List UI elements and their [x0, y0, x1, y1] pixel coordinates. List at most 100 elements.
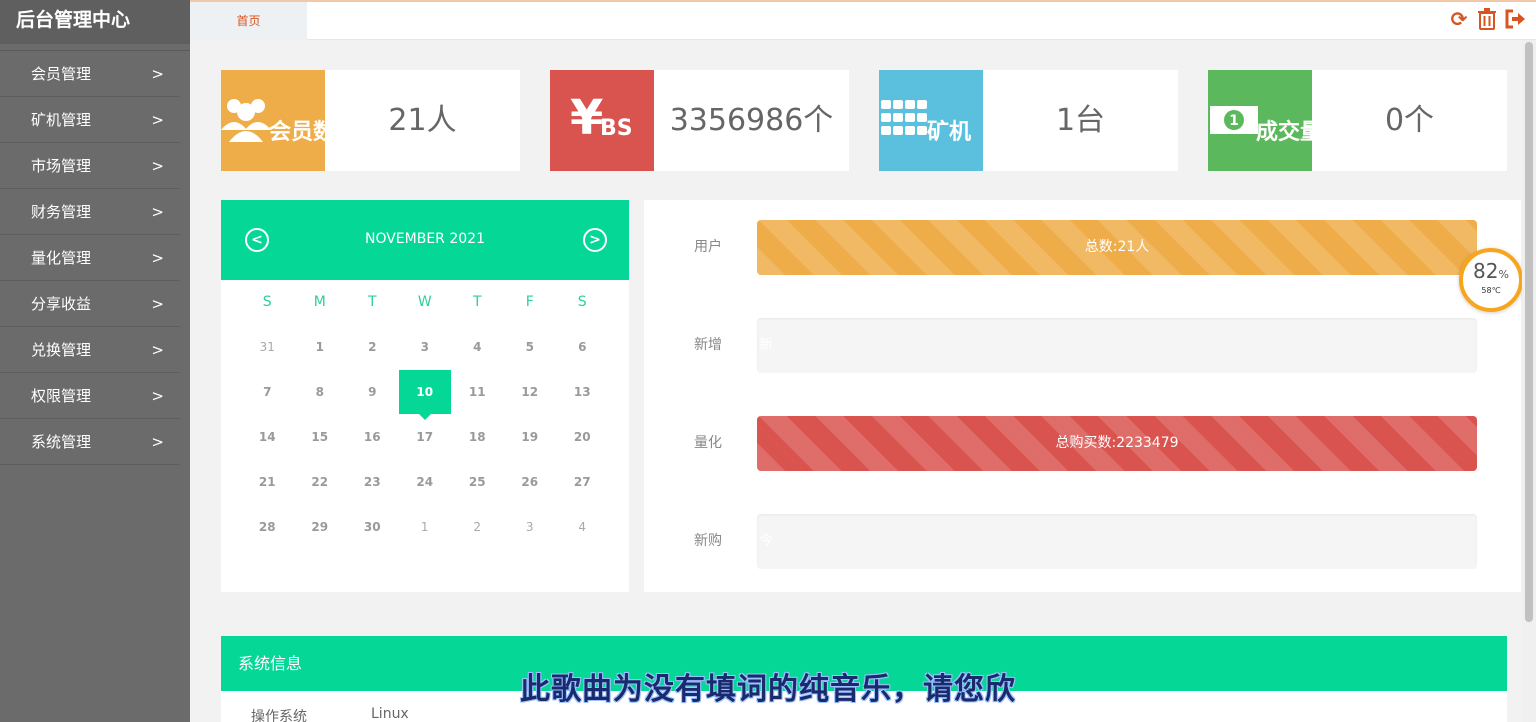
progress-bar-fill: 总数:21人	[757, 220, 1477, 275]
system-info-key: 操作系统	[251, 709, 307, 722]
calendar-day[interactable]: 19	[504, 415, 557, 460]
sidebar-item-label: 市场管理	[31, 157, 92, 175]
calendar-day[interactable]: 11	[451, 370, 504, 415]
stat-card-label: 会员数	[269, 120, 325, 145]
sidebar-item-label: 系统管理	[31, 433, 92, 451]
trash-icon[interactable]	[1476, 8, 1498, 30]
calendar-day[interactable]: 4	[556, 505, 609, 550]
calendar-day[interactable]: 29	[294, 505, 347, 550]
calendar-day[interactable]: 22	[294, 460, 347, 505]
users-icon	[221, 99, 271, 142]
sidebar-item-permissions[interactable]: 权限管理 >	[0, 373, 180, 419]
calendar-header: < NOVEMBER 2021 >	[221, 200, 629, 280]
system-info-value: Linux	[371, 706, 409, 722]
sidebar-item-label: 兑换管理	[31, 341, 92, 359]
progress-label: 新购	[694, 533, 722, 549]
progress-track: 总购买数:2233479	[757, 416, 1477, 471]
chevron-right-icon: >	[151, 387, 164, 405]
sidebar-item-system[interactable]: 系统管理 >	[0, 419, 180, 465]
calendar-day[interactable]: 4	[451, 325, 504, 370]
sidebar-item-miners[interactable]: 矿机管理 >	[0, 97, 180, 143]
vertical-scrollbar[interactable]	[1522, 40, 1536, 722]
stat-card-icon-area: ¥ BS	[550, 70, 654, 171]
calendar-day[interactable]: 9	[346, 370, 399, 415]
chevron-right-icon: >	[151, 111, 164, 129]
chevron-right-icon: >	[151, 65, 164, 83]
calendar-day[interactable]: 26	[504, 460, 557, 505]
top-header: 首页 ⟳	[190, 0, 1536, 40]
stat-card-miners: 矿机 1台	[879, 70, 1178, 171]
stat-card-value: 21人	[388, 103, 457, 138]
stat-card-members: 会员数 21人	[221, 70, 520, 171]
sidebar-item-quant[interactable]: 量化管理 >	[0, 235, 180, 281]
chevron-right-icon: >	[151, 157, 164, 175]
sidebar-item-finance[interactable]: 财务管理 >	[0, 189, 180, 235]
calendar-day[interactable]: 20	[556, 415, 609, 460]
calendar-day[interactable]: 13	[556, 370, 609, 415]
sidebar-item-share[interactable]: 分享收益 >	[0, 281, 180, 327]
progress-row: 量化 总购买数:2233479	[644, 416, 1521, 471]
sidebar-item-members[interactable]: 会员管理 >	[0, 51, 180, 97]
calendar-day[interactable]: 14	[241, 415, 294, 460]
calendar-day[interactable]: 12	[504, 370, 557, 415]
calendar-day[interactable]: 25	[451, 460, 504, 505]
calendar-day[interactable]: 16	[346, 415, 399, 460]
calendar-day[interactable]: 21	[241, 460, 294, 505]
calendar-grid: S M T W T F S 31 1 2 3 4 5 6 7 8 9 10 11 12 13 14 15 16 17 18 19 20…	[241, 280, 609, 550]
progress-row: 用户 总数:21人	[644, 220, 1521, 275]
calendar-title: NOVEMBER 2021	[364, 231, 485, 247]
progress-label: 新增	[694, 337, 722, 353]
calendar-weekday: T	[367, 294, 377, 310]
calendar-day[interactable]: 5	[504, 325, 557, 370]
progress-label: 量化	[694, 435, 722, 451]
sidebar-item-label: 量化管理	[31, 249, 92, 267]
calendar-day[interactable]: 2	[451, 505, 504, 550]
progress-row: 新增 新	[644, 318, 1521, 373]
svg-text:1: 1	[1229, 113, 1239, 129]
calendar-day[interactable]: 17	[399, 415, 452, 460]
calendar-next-button[interactable]: >	[583, 228, 607, 252]
calendar-day[interactable]: 27	[556, 460, 609, 505]
logout-icon[interactable]	[1504, 8, 1526, 30]
calendar-weekday: W	[417, 294, 432, 310]
tab-home[interactable]: 首页	[190, 2, 307, 40]
grid-icon	[881, 100, 927, 135]
calendar-day[interactable]: 31	[241, 325, 294, 370]
progress-track: 新	[757, 318, 1477, 373]
gauge-temperature: 58℃	[1481, 286, 1501, 295]
progress-bar-fill: 新	[759, 337, 773, 353]
calendar-day[interactable]: 6	[556, 325, 609, 370]
calendar-day-today[interactable]: 10	[398, 370, 451, 420]
calendar-day[interactable]: 24	[399, 460, 452, 505]
performance-gauge[interactable]: 82% 58℃	[1459, 248, 1523, 312]
scrollbar-thumb[interactable]	[1525, 42, 1533, 622]
calendar-day[interactable]: 30	[346, 505, 399, 550]
stat-card-label: 矿机	[927, 120, 972, 145]
calendar-day[interactable]: 7	[241, 370, 294, 415]
stat-card-value: 1台	[1055, 103, 1106, 138]
calendar-day[interactable]: 3	[399, 325, 452, 370]
refresh-icon[interactable]: ⟳	[1448, 8, 1470, 30]
calendar-day[interactable]: 3	[504, 505, 557, 550]
calendar-day[interactable]: 1	[294, 325, 347, 370]
sidebar: 后台管理中心 会员管理 > 矿机管理 > 市场管理 > 财务管理 > 量化管理 > 分享收…	[0, 0, 190, 722]
chevron-right-icon: >	[151, 433, 164, 451]
sidebar-item-exchange[interactable]: 兑换管理 >	[0, 327, 180, 373]
sidebar-item-market[interactable]: 市场管理 >	[0, 143, 180, 189]
calendar-day[interactable]: 8	[294, 370, 347, 415]
calendar-day[interactable]: 28	[241, 505, 294, 550]
chevron-right-icon: >	[151, 249, 164, 267]
stats-progress-panel: 用户 总数:21人 新增 新量化 总购买数:2233479 新购 今	[644, 200, 1521, 592]
calendar-day[interactable]: 18	[451, 415, 504, 460]
stat-card-bs: ¥ BS 3356986个	[550, 70, 849, 171]
stat-card-label: 成交量	[1256, 120, 1312, 145]
calendar-day[interactable]: 15	[294, 415, 347, 460]
calendar-widget: < NOVEMBER 2021 > S M T W T F S 31 1 2 3 4 5 6 7 8 9 10 11…	[221, 200, 629, 592]
calendar-day[interactable]: 23	[346, 460, 399, 505]
chevron-right-icon: >	[151, 295, 164, 313]
calendar-day[interactable]: 1	[399, 505, 452, 550]
calendar-week-row: 7 8 9 10 11 12 13	[241, 370, 609, 420]
sidebar-item-label: 权限管理	[31, 387, 92, 405]
calendar-day[interactable]: 2	[346, 325, 399, 370]
calendar-weekday: T	[472, 294, 482, 310]
